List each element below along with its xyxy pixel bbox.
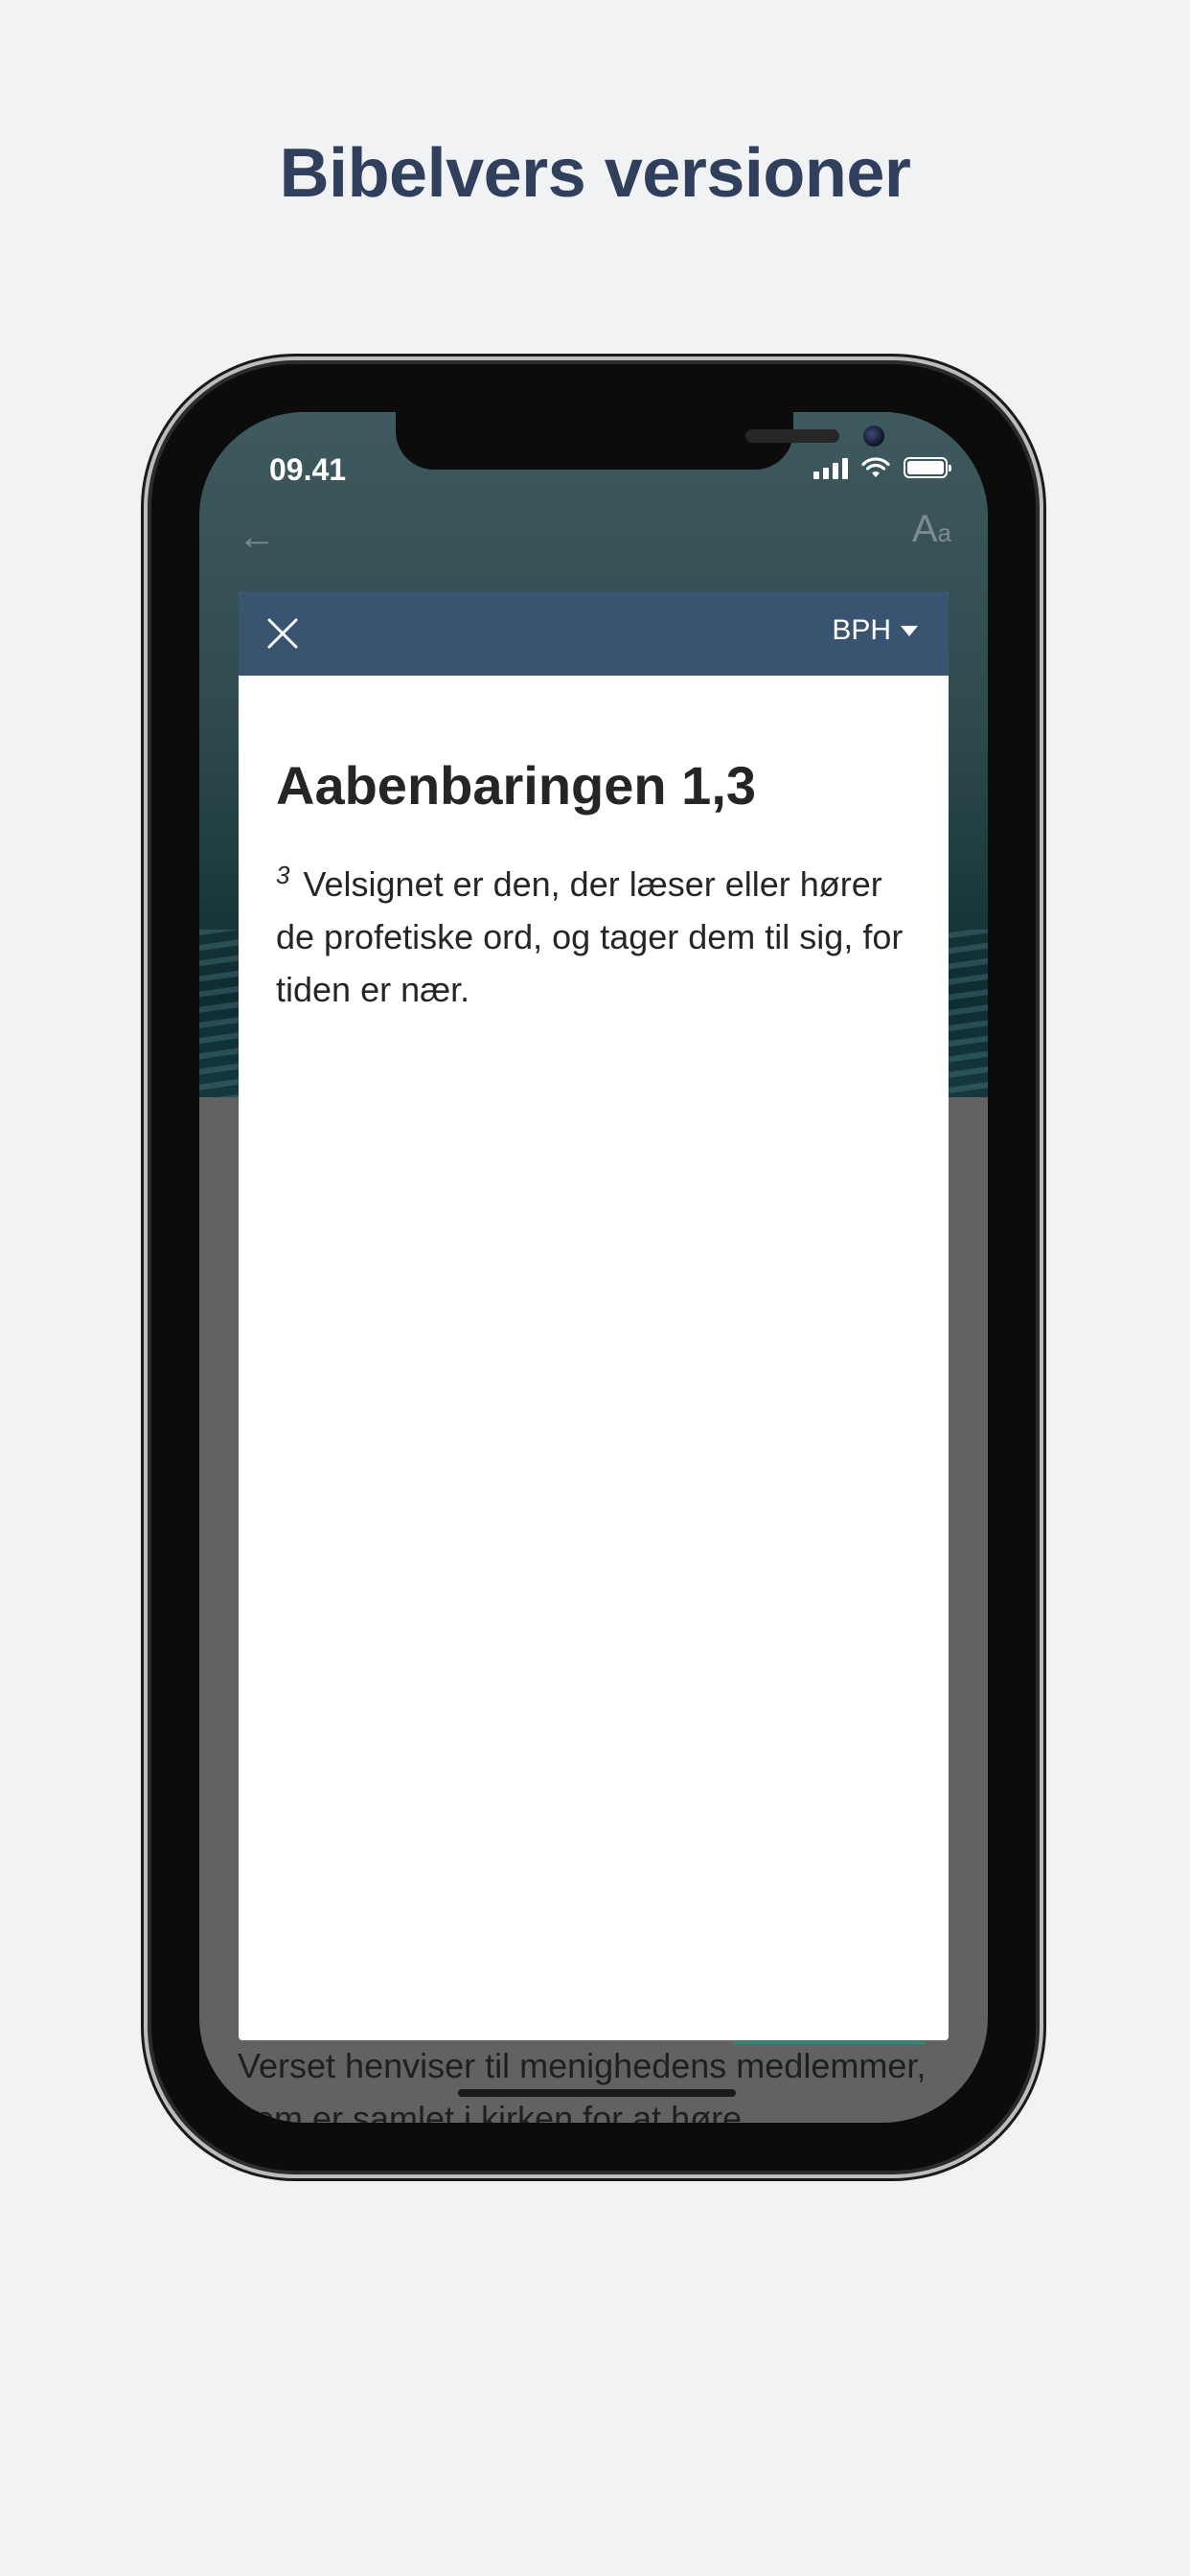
verse-number: 3 [276, 861, 290, 889]
phone-frame: ← Aa 09.41 BPH Aabenbaringen 1,3 3 Velsi… [151, 364, 1036, 2171]
close-icon[interactable] [263, 614, 302, 653]
home-indicator[interactable] [458, 2089, 736, 2097]
signal-icon [813, 456, 848, 479]
wifi-icon [861, 457, 890, 477]
version-label: BPH [832, 614, 891, 646]
power-button [1035, 743, 1042, 934]
notch [396, 412, 884, 470]
version-selector[interactable]: BPH [832, 614, 918, 647]
text-size-icon: Aa [911, 508, 951, 550]
verse-modal: BPH Aabenbaringen 1,3 3 Velsignet er den… [239, 591, 949, 2040]
caret-down-icon [901, 625, 918, 636]
speaker-grille [745, 429, 839, 443]
verse-reference: Aabenbaringen 1,3 [276, 755, 757, 816]
background-commentary-text: Verset henviser til menighedens medlemme… [238, 2046, 927, 2123]
page-headline: Bibelvers versioner [279, 135, 911, 212]
battery-icon [904, 457, 951, 478]
phone-screen: ← Aa 09.41 BPH Aabenbaringen 1,3 3 Velsi… [199, 412, 988, 2123]
volume-up-button [144, 704, 151, 824]
status-icons [813, 456, 951, 479]
status-time: 09.41 [269, 452, 347, 487]
back-arrow-icon: ← [238, 516, 276, 558]
modal-header: BPH [239, 591, 949, 676]
verse-text: 3 Velsignet er den, der læser eller høre… [276, 858, 918, 1016]
front-camera [863, 426, 884, 447]
volume-down-button [144, 853, 151, 973]
verse-body: Velsignet er den, der læser eller hører … [276, 864, 904, 1009]
mute-switch [144, 589, 151, 649]
